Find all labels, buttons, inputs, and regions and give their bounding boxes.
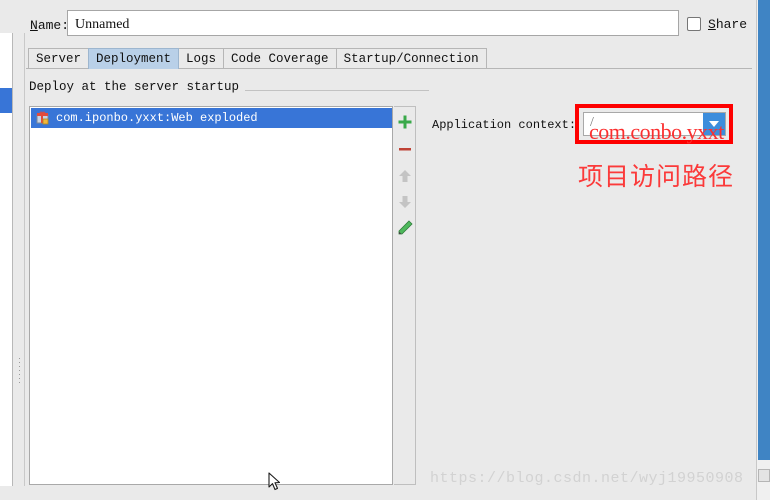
list-toolbar bbox=[394, 106, 416, 485]
scrollbar-down-button[interactable] bbox=[758, 469, 770, 482]
application-context-combo[interactable]: / bbox=[583, 112, 726, 136]
tree-selected-item[interactable] bbox=[0, 88, 12, 113]
window-top-edge bbox=[13, 0, 770, 4]
vertical-splitter[interactable] bbox=[13, 33, 25, 500]
splitter-grip-handle[interactable] bbox=[18, 358, 21, 384]
deployment-artifact-list[interactable]: com.iponbo.yxxt:Web exploded bbox=[29, 106, 393, 485]
application-context-value: / bbox=[590, 115, 594, 130]
list-item[interactable]: com.iponbo.yxxt:Web exploded bbox=[31, 108, 392, 128]
left-column-top-filler bbox=[0, 0, 13, 33]
tab-logs[interactable]: Logs bbox=[178, 48, 225, 69]
edit-button[interactable] bbox=[396, 219, 414, 237]
window-scrollbar[interactable] bbox=[756, 0, 770, 500]
config-tab-bar[interactable]: Server Deployment Logs Code Coverage Sta… bbox=[28, 47, 487, 69]
tab-server[interactable]: Server bbox=[28, 48, 90, 69]
move-down-button[interactable] bbox=[396, 193, 414, 211]
configuration-tree-strip[interactable] bbox=[0, 33, 13, 500]
share-checkbox[interactable] bbox=[687, 17, 701, 31]
move-up-button[interactable] bbox=[396, 167, 414, 185]
tab-code-coverage[interactable]: Code Coverage bbox=[223, 48, 337, 69]
tab-deployment[interactable]: Deployment bbox=[88, 48, 180, 69]
application-context-label: Application context: bbox=[432, 118, 577, 132]
name-label: Name: bbox=[30, 18, 70, 33]
share-checkbox-group[interactable]: Share bbox=[687, 14, 747, 34]
window-bottom-edge bbox=[0, 486, 770, 500]
share-label: Share bbox=[708, 16, 748, 32]
scrollbar-thumb[interactable] bbox=[758, 0, 770, 460]
tab-startup-connection[interactable]: Startup/Connection bbox=[335, 48, 487, 69]
deploy-group-title: Deploy at the server startup bbox=[29, 80, 246, 94]
list-item-label: com.iponbo.yxxt:Web exploded bbox=[56, 111, 258, 125]
artifact-icon bbox=[36, 111, 50, 125]
add-button[interactable] bbox=[396, 113, 414, 131]
watermark-text: https://blog.csdn.net/wyj19950908 bbox=[430, 470, 744, 487]
remove-button[interactable] bbox=[396, 140, 414, 158]
tomcat-run-configuration-window: Name: Share Server Deployment Logs Code … bbox=[0, 0, 770, 500]
chevron-down-icon[interactable] bbox=[703, 113, 725, 135]
name-input[interactable] bbox=[67, 10, 679, 36]
name-row: Name: Share bbox=[25, 10, 770, 38]
